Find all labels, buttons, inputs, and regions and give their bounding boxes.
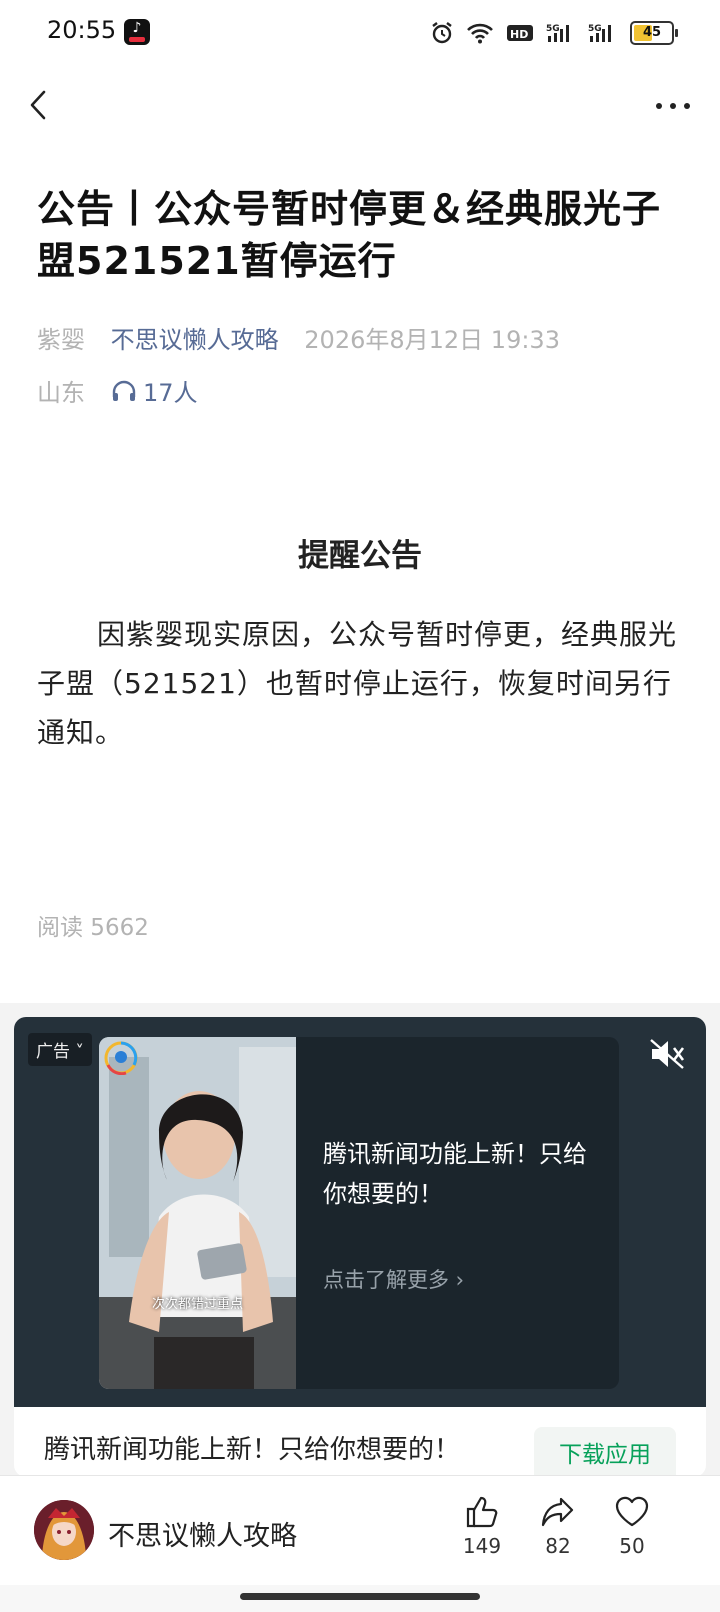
ad-creative[interactable]: 次次都错过重点 腾讯新闻功能上新！只给你想要的！ 点击了解更多 › <box>99 1037 619 1389</box>
nav-bar <box>0 70 720 140</box>
ad-photo: 次次都错过重点 <box>99 1037 296 1389</box>
svg-text:HD: HD <box>510 28 528 41</box>
article-meta: 紫婴 不思议懒人攻略 2026年8月12日 19:33 <box>37 320 560 355</box>
headphones-icon <box>112 380 136 401</box>
heart-icon <box>615 1496 649 1527</box>
status-time: 20:55 <box>47 16 117 44</box>
share-count: 82 <box>545 1534 571 1558</box>
favorite-count: 50 <box>619 1534 645 1558</box>
download-app-button[interactable]: 下载应用 <box>534 1427 676 1477</box>
ad-video[interactable]: 广告 ˅ 次次都错过重点 腾讯新闻功能上新！只给你想要的！ 点击了解更多 › <box>14 1017 706 1407</box>
battery-level: 45 <box>642 25 662 40</box>
ad-subtitle-overlay: 次次都错过重点 <box>151 1297 243 1312</box>
back-button[interactable] <box>22 88 56 122</box>
avatar[interactable] <box>34 1500 94 1560</box>
listen-button[interactable]: 17人 <box>111 373 198 408</box>
battery-icon: 45 <box>630 21 678 45</box>
like-button[interactable]: 149 <box>452 1494 512 1558</box>
section-heading: 提醒公告 <box>298 538 422 574</box>
alarm-icon <box>432 22 452 44</box>
tencent-news-logo-icon <box>104 1041 138 1075</box>
author-name: 紫婴 <box>37 326 85 354</box>
home-indicator-area <box>0 1585 720 1612</box>
signal-5g-icon-2: 5G <box>588 24 611 42</box>
signal-5g-icon-1: 5G <box>546 24 569 42</box>
bottom-bar: 不思议懒人攻略 149 82 50 <box>0 1475 720 1586</box>
ad-headline: 腾讯新闻功能上新！只给你想要的！ <box>323 1140 587 1208</box>
account-link[interactable]: 不思议懒人攻略 <box>111 326 279 354</box>
hd-icon: HD <box>507 25 533 41</box>
status-bar: 20:55 ♪ HD 5G 5G 45 <box>0 0 720 66</box>
thumbs-up-icon <box>466 1496 498 1528</box>
wifi-icon <box>467 23 493 44</box>
like-count: 149 <box>462 1534 502 1558</box>
tiktok-notification-icon: ♪ <box>124 19 150 45</box>
share-icon <box>541 1497 574 1527</box>
share-button[interactable]: 82 <box>528 1494 588 1558</box>
read-count: 阅读 5662 <box>37 915 149 941</box>
article-meta-2: 山东 17人 <box>37 373 198 408</box>
more-options-button[interactable] <box>656 100 690 112</box>
mute-icon[interactable] <box>648 1037 686 1071</box>
svg-text:5G: 5G <box>588 24 602 34</box>
article-title: 公告丨公众号暂时停更＆经典服光子盟521521暂停运行 <box>37 187 662 283</box>
ad-card[interactable]: 广告 ˅ 次次都错过重点 腾讯新闻功能上新！只给你想要的！ 点击了解更多 › 腾… <box>14 1017 706 1477</box>
article-paragraph: 因紫婴现实原因，公众号暂时停更，经典服光子盟（521521）也暂时停止运行，恢复… <box>37 618 678 749</box>
bottom-account-name[interactable]: 不思议懒人攻略 <box>108 1514 297 1553</box>
status-icons: HD 5G 5G 45 <box>430 18 678 48</box>
publish-datetime: 2026年8月12日 19:33 <box>304 326 560 354</box>
listener-count: 17人 <box>143 379 198 407</box>
ad-title[interactable]: 腾讯新闻功能上新！只给你想要的！ <box>44 1429 460 1466</box>
ad-label[interactable]: 广告 ˅ <box>28 1033 92 1066</box>
svg-text:5G: 5G <box>546 24 560 34</box>
ad-cta-link[interactable]: 点击了解更多 › <box>323 1264 464 1294</box>
location: 山东 <box>37 379 85 407</box>
favorite-button[interactable]: 50 <box>602 1494 662 1558</box>
home-indicator[interactable] <box>240 1593 480 1600</box>
